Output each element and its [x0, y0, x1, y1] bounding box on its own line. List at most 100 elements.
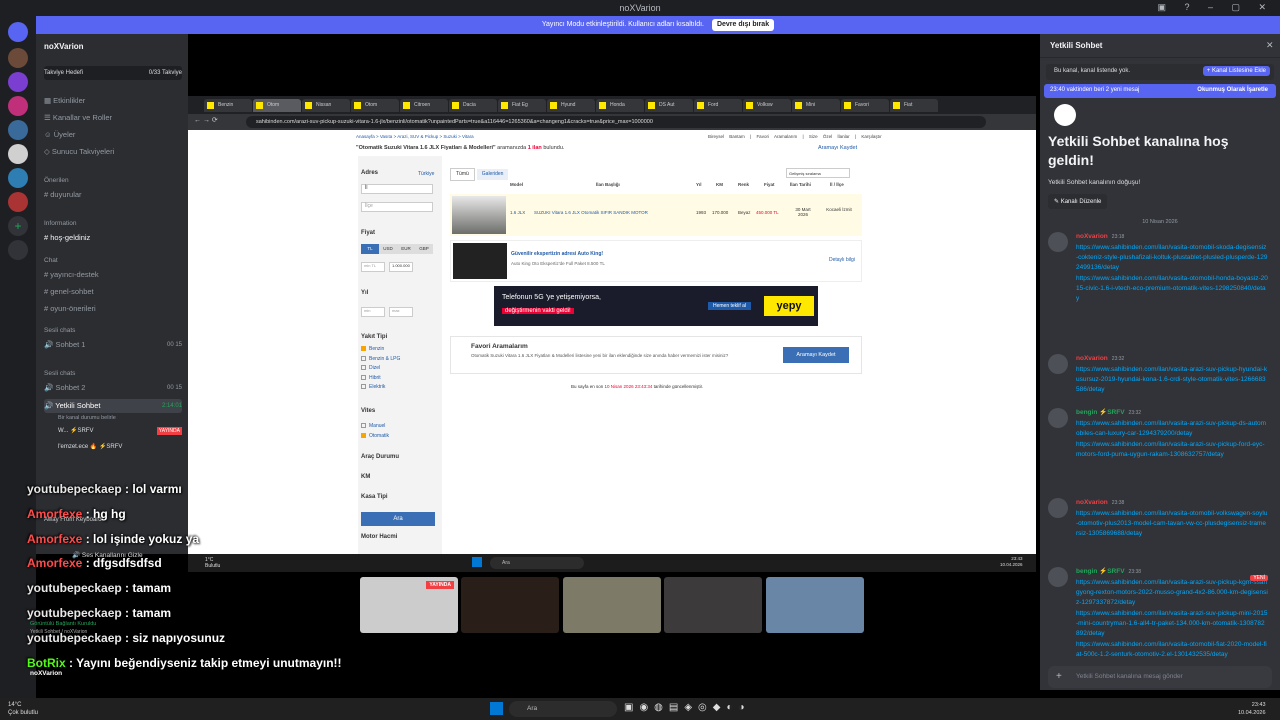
currency-toggle[interactable]: TL USD EUR GBP	[361, 244, 437, 254]
listing-row[interactable]: 1.6 JLX SUZUKI Vitara 1.6 JLX Otomatik S…	[450, 194, 862, 236]
mark-read-button[interactable]: Okunmuş Olarak İşaretle	[1197, 87, 1268, 93]
channel-oyun-onerileri[interactable]: # oyun-önerileri	[44, 302, 182, 316]
discover-icon[interactable]	[8, 240, 28, 260]
server-icon[interactable]	[8, 168, 28, 188]
add-to-channel-list-button[interactable]: + Kanal Listesine Ekle	[1202, 66, 1270, 76]
message-username[interactable]: noXvarion	[1076, 233, 1108, 240]
channel-genel-sohbet[interactable]: # genel-sohbet	[44, 285, 182, 299]
menu-members[interactable]: ☺ Üyeler	[44, 128, 182, 142]
year-max-input[interactable]: max	[389, 307, 413, 317]
voice-user[interactable]: W... ⚡SRFV YAYINDA	[44, 424, 182, 438]
avatar[interactable]	[1048, 567, 1068, 587]
ad-row[interactable]: Güvenilir ekspertizin adresi Auto King! …	[450, 240, 862, 282]
fuel-options[interactable]: Benzin Benzin & LPG Dizel Hibrit Elektri…	[361, 345, 400, 393]
browser-tab[interactable]: DS Aut	[645, 99, 693, 112]
new-messages-bar[interactable]: 23:40 vaktinden beri 2 yeni mesaj Okunmu…	[1044, 84, 1276, 98]
sort-select[interactable]: Gelişmiş sıralama	[786, 168, 850, 178]
message-username[interactable]: bengin ⚡SRFV	[1076, 568, 1125, 575]
browser-tab[interactable]: Honda	[596, 99, 644, 112]
browser-tab[interactable]: Nissan	[302, 99, 350, 112]
webcam-tile[interactable]	[766, 577, 864, 633]
browser-tab[interactable]: Otom	[351, 99, 399, 112]
window-controls[interactable]: ▣ ? – ▢ ✕	[1157, 2, 1274, 13]
message-username[interactable]: noXvarion	[1076, 499, 1108, 506]
webcam-tile[interactable]	[664, 577, 762, 633]
gear-options[interactable]: Manuel Otomatik	[361, 422, 389, 441]
server-icon[interactable]	[8, 120, 28, 140]
message-input[interactable]: + Yetkili Sohbet kanalına mesaj gönder	[1048, 666, 1272, 688]
taskbar-app-icons[interactable]: ▣◉◍▤◈◎◆◐◑	[624, 702, 751, 713]
channel-hos-geldiniz[interactable]: # hoş-geldiniz	[44, 231, 182, 245]
category-information[interactable]: Information	[44, 217, 182, 231]
nav-arrows-icon[interactable]: ← → ⟳	[194, 116, 218, 124]
browser-tab[interactable]: Favori	[841, 99, 889, 112]
add-attachment-icon[interactable]: +	[1056, 671, 1062, 682]
user-panel-name[interactable]: noXVarion	[30, 670, 62, 677]
promo-banner[interactable]: Telefonun 5G 'ye yetişemiyorsa, değiştir…	[494, 286, 818, 326]
category-chat[interactable]: Chat	[44, 254, 182, 268]
server-icon[interactable]	[8, 96, 28, 116]
save-search-link[interactable]: Aramayı Kaydet	[818, 145, 857, 151]
avatar[interactable]	[1048, 232, 1068, 252]
category-voice-1[interactable]: Sesli chats	[44, 324, 182, 338]
menu-channels-roles[interactable]: ☰ Kanallar ve Roller	[44, 111, 182, 125]
browser-tab[interactable]: Hyund	[547, 99, 595, 112]
browser-tab[interactable]: Mini	[792, 99, 840, 112]
disable-streamer-mode-button[interactable]: Devre dışı bırak	[711, 19, 775, 31]
listing-title[interactable]: SUZUKI Vitara 1.6 JLX Otomatik SIFIR SAN…	[534, 210, 648, 215]
browser-tab[interactable]: Citroen	[400, 99, 448, 112]
weather-widget[interactable]: 14°C Çok bulutlu	[8, 701, 38, 717]
hide-voice-channels[interactable]: 🔊 Ses Kanallarını Gizle	[72, 551, 143, 559]
browser-tab[interactable]: Fiat Eg	[498, 99, 546, 112]
taskbar-search[interactable]: Ara	[509, 701, 617, 717]
menu-server-boosts[interactable]: ◇ Sunucu Takviyeleri	[44, 145, 182, 159]
edit-channel-button[interactable]: ✎ Kanalı Düzenle	[1048, 194, 1108, 209]
listing-thumbnail[interactable]	[452, 196, 506, 234]
results-tabs[interactable]: Tümü Galeriden	[450, 168, 509, 181]
year-min-input[interactable]: min	[361, 307, 385, 317]
windows-start-icon[interactable]	[472, 557, 482, 567]
webcam-tile[interactable]	[563, 577, 661, 633]
voice-channel-sohbet-2[interactable]: 🔊 Sohbet 2 00 15	[44, 381, 182, 395]
message-username[interactable]: bengin ⚡SRFV	[1076, 409, 1125, 416]
message-link[interactable]: https://www.sahibinden.com/ilan/vasita-a…	[1076, 440, 1268, 460]
server-icon[interactable]	[8, 192, 28, 212]
breadcrumb[interactable]: Anasayfa > Vasıta > Arazi, SUV & Pickup …	[356, 134, 474, 139]
channel-yayinci-destek[interactable]: # yayıncı-destek	[44, 268, 182, 282]
filter-country[interactable]: Türkiye	[418, 171, 434, 177]
add-server-icon[interactable]: +	[8, 216, 28, 236]
message-link[interactable]: https://www.sahibinden.com/ilan/vasita-a…	[1076, 419, 1268, 439]
message-link[interactable]: https://www.sahibinden.com/ilan/vasita-o…	[1076, 640, 1268, 660]
price-min-input[interactable]: min TL	[361, 262, 385, 272]
header-links[interactable]: Bireysel Bantam | Favori Aramalarım | Si…	[708, 134, 882, 139]
browser-tab[interactable]: Ford	[694, 99, 742, 112]
browser-tab[interactable]: Otom	[253, 99, 301, 112]
voice-connected-status[interactable]: Görüntülü Bağlantı Kuruldu	[30, 621, 96, 627]
message-link[interactable]: https://www.sahibinden.com/ilan/vasita-a…	[1076, 365, 1268, 395]
server-icon[interactable]	[8, 48, 28, 68]
url-field[interactable]: sahibinden.com/arazi-suv-pickup-suzuki-v…	[246, 116, 986, 128]
message-link[interactable]: https://www.sahibinden.com/ilan/vasita-o…	[1076, 509, 1268, 539]
category-voice-2[interactable]: Sesli chats	[44, 367, 182, 381]
ad-detail-link[interactable]: Detaylı bilgi	[829, 257, 855, 263]
message-link[interactable]: https://www.sahibinden.com/ilan/vasita-a…	[1076, 609, 1268, 639]
message-link[interactable]: https://www.sahibinden.com/ilan/vasita-o…	[1076, 243, 1268, 273]
channel-duyurular[interactable]: # duyurular	[44, 188, 182, 202]
voice-user[interactable]: l'emzet.ece 🔥 ⚡SRFV	[44, 440, 182, 454]
category-featured[interactable]: Önerilen	[44, 174, 182, 188]
avatar[interactable]	[1048, 498, 1068, 518]
webcam-tile[interactable]	[461, 577, 559, 633]
menu-events[interactable]: ▦ Etkinlikler	[44, 94, 182, 108]
taskbar-clock[interactable]: 23:43 10.04.2026	[1238, 701, 1266, 717]
channel-status[interactable]: Bir kanal durumu belirle	[44, 411, 182, 425]
browser-tab[interactable]: Fiat	[890, 99, 938, 112]
favorite-save-button[interactable]: Aramayı Kaydet	[783, 347, 849, 363]
avatar[interactable]	[1048, 354, 1068, 374]
browser-tab[interactable]: Volksw	[743, 99, 791, 112]
shared-taskbar-search[interactable]: Ara	[490, 557, 584, 569]
browser-tab[interactable]: Benzin	[204, 99, 252, 112]
price-max-input[interactable]: 1.000.000	[389, 262, 413, 272]
message-username[interactable]: noXvarion	[1076, 355, 1108, 362]
filter-ilce-select[interactable]: İlçe	[361, 202, 433, 212]
message-link[interactable]: https://www.sahibinden.com/ilan/vasita-a…	[1076, 578, 1268, 608]
